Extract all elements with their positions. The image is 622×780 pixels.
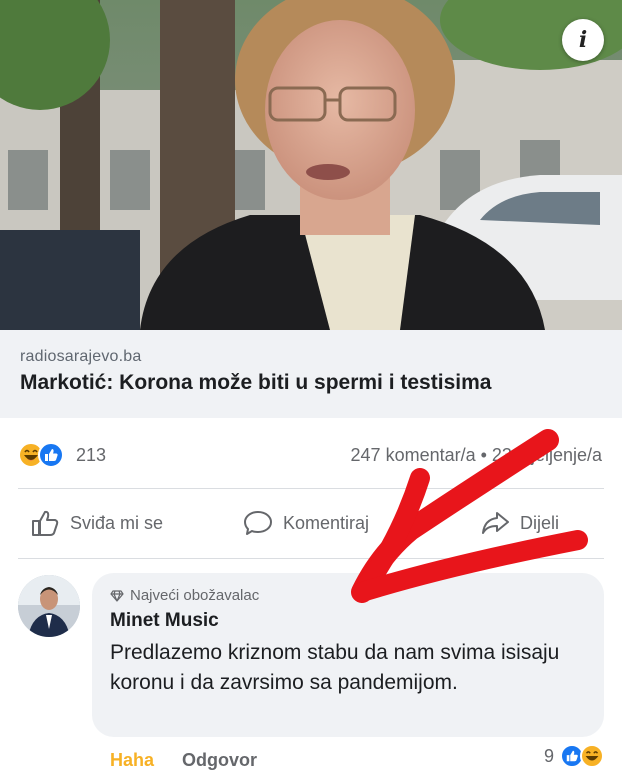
haha-reaction-link[interactable]: Haha bbox=[110, 750, 154, 771]
link-title[interactable]: Markotić: Korona može biti u spermi i te… bbox=[20, 371, 602, 395]
comment-label: Komentiraj bbox=[283, 512, 370, 533]
like-button[interactable]: Sviđa mi se bbox=[30, 509, 163, 537]
post-actions: Sviđa mi se Komentiraj Dijeli bbox=[0, 495, 622, 555]
comment-author[interactable]: Minet Music bbox=[110, 610, 586, 632]
like-reaction-icon bbox=[38, 442, 64, 468]
reaction-count[interactable]: 213 bbox=[76, 445, 106, 466]
article-photo-illustration bbox=[0, 0, 622, 330]
comment-button[interactable]: Komentiraj bbox=[243, 509, 369, 537]
comment-bubble: Najveći obožavalac Minet Music Predlazem… bbox=[92, 573, 604, 737]
thumbs-up-icon bbox=[32, 510, 59, 536]
badge-label: Najveći obožavalac bbox=[130, 587, 260, 604]
top-fan-badge[interactable]: Najveći obožavalac bbox=[110, 587, 586, 604]
divider bbox=[18, 558, 604, 559]
haha-reaction-icon bbox=[580, 744, 604, 768]
info-icon[interactable]: i bbox=[562, 19, 604, 61]
link-domain: radiosarajevo.ba bbox=[20, 348, 142, 365]
reply-link[interactable]: Odgovor bbox=[182, 750, 257, 771]
article-photo[interactable]: i bbox=[0, 0, 622, 330]
comment-text: Predlazemo kriznom stabu da nam svima is… bbox=[110, 641, 560, 694]
avatar-image bbox=[18, 575, 80, 637]
comment-share-count[interactable]: 247 komentar/a • 23 dijeljenje/a bbox=[351, 445, 602, 466]
share-button[interactable]: Dijeli bbox=[480, 509, 559, 537]
reaction-icons[interactable] bbox=[18, 442, 64, 468]
comment-reaction-count: 9 bbox=[543, 745, 554, 766]
link-preview[interactable]: radiosarajevo.ba Markotić: Korona može b… bbox=[0, 330, 622, 418]
like-label: Sviđa mi se bbox=[70, 512, 164, 533]
reaction-summary: 213 247 komentar/a • 23 dijeljenje/a bbox=[0, 436, 622, 472]
comment-actions: Haha Odgovor bbox=[110, 750, 257, 771]
share-arrow-icon bbox=[482, 512, 509, 534]
share-label: Dijeli bbox=[520, 512, 560, 533]
divider bbox=[18, 488, 604, 489]
comment-reactions[interactable]: 9 bbox=[544, 744, 604, 768]
avatar[interactable] bbox=[18, 575, 80, 637]
comment-bubble-icon bbox=[244, 511, 272, 535]
diamond-icon bbox=[110, 589, 124, 602]
